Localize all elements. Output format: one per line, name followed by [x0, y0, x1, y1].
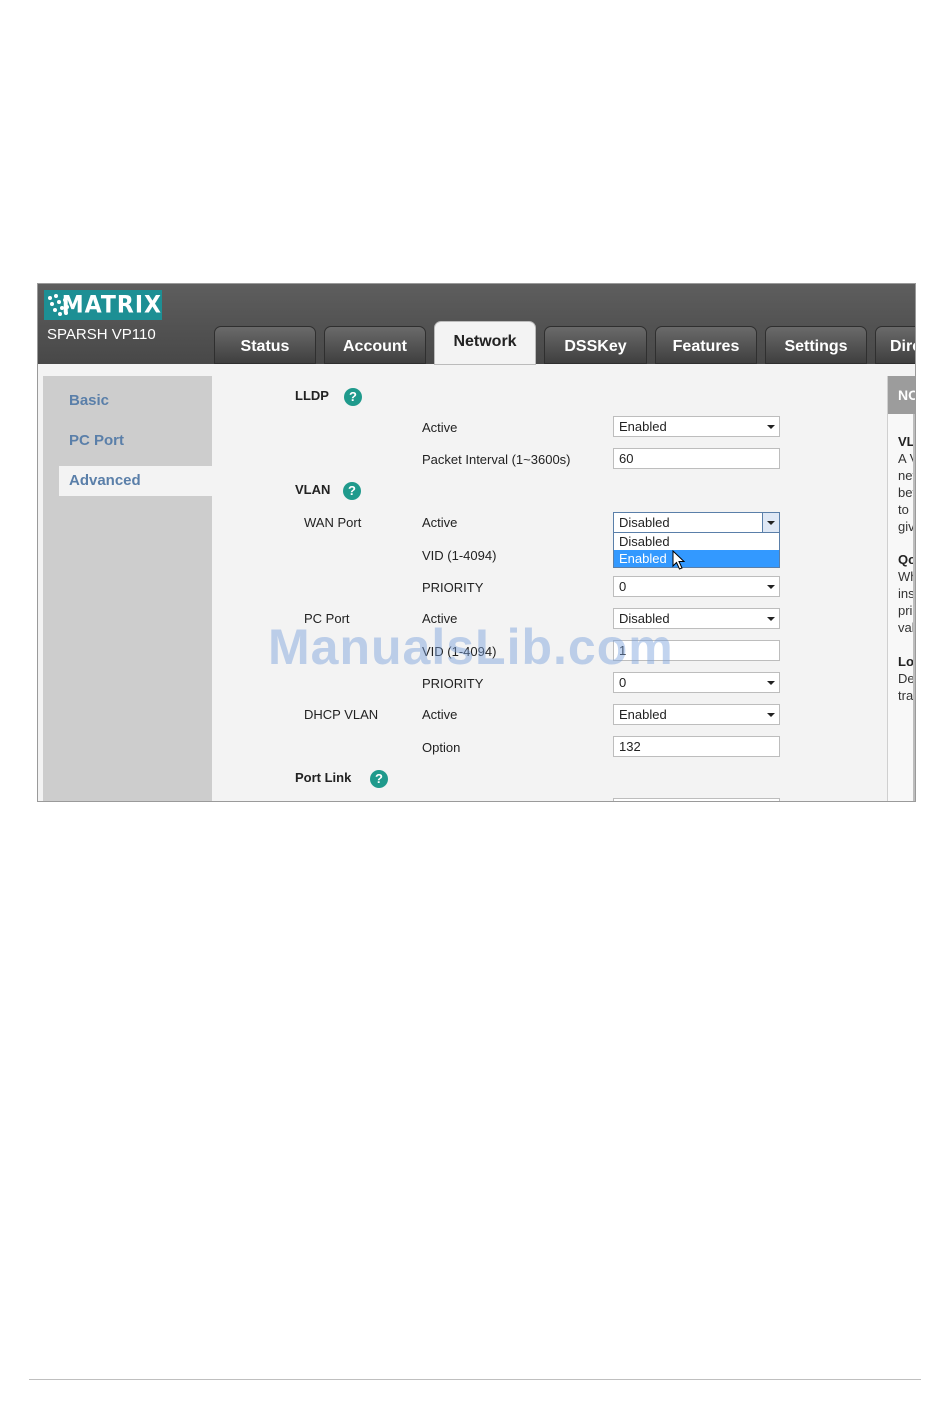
- sidebar-item-pc-port[interactable]: PC Port: [69, 432, 124, 449]
- dhcp-active-value: Enabled: [619, 707, 667, 722]
- dhcp-option-input[interactable]: 132: [613, 736, 780, 757]
- dropdown-option-enabled[interactable]: Enabled: [614, 550, 779, 567]
- tab-features[interactable]: Features: [655, 326, 757, 364]
- header: MATRIX SPARSH VP110 Status Account Netwo…: [38, 284, 915, 365]
- section-title-lldp: LLDP: [295, 388, 329, 403]
- wan-active-label: Active: [422, 515, 458, 530]
- lldp-interval-input[interactable]: 60: [613, 448, 780, 469]
- help-icon-vlan[interactable]: ?: [343, 482, 361, 500]
- logo-dots-icon: [48, 294, 69, 316]
- chevron-down-icon: [767, 521, 775, 525]
- notes-header: NO: [888, 376, 915, 414]
- chevron-down-icon: [767, 713, 775, 717]
- dhcp-active-select[interactable]: Enabled: [613, 704, 780, 725]
- help-icon-lldp[interactable]: ?: [344, 388, 362, 406]
- lldp-active-label: Active: [422, 420, 458, 435]
- lldp-interval-label: Packet Interval (1~3600s): [422, 452, 571, 467]
- note-line: pri: [898, 603, 913, 618]
- pc-priority-value: 0: [619, 675, 627, 690]
- wan-vid-label: VID (1-4094): [422, 548, 497, 563]
- screenshot-frame: MATRIX SPARSH VP110 Status Account Netwo…: [37, 283, 916, 802]
- dropdown-option-disabled[interactable]: Disabled: [614, 533, 779, 550]
- chevron-down-icon: [767, 681, 775, 685]
- wan-priority-label: PRIORITY: [422, 580, 484, 595]
- sidebar: Basic PC Port Advanced: [43, 376, 221, 801]
- mouse-cursor-icon: [672, 550, 686, 570]
- page-footer-rule: [29, 1379, 921, 1380]
- tab-account[interactable]: Account: [324, 326, 426, 364]
- tab-directory[interactable]: Dire: [875, 326, 915, 364]
- wan-priority-value: 0: [619, 579, 627, 594]
- wan-active-dropdown-list[interactable]: Disabled Enabled: [613, 532, 780, 568]
- wan-active-select[interactable]: Disabled: [613, 512, 780, 533]
- lldp-active-value: Enabled: [619, 419, 667, 434]
- main-content: LLDP ? Active Enabled Packet Interval (1…: [212, 364, 877, 801]
- chevron-down-icon: [767, 585, 775, 589]
- note-line: to: [898, 502, 909, 517]
- dhcp-active-label: Active: [422, 707, 458, 722]
- tab-network[interactable]: Network: [434, 321, 536, 365]
- brand-logo: MATRIX: [44, 290, 162, 320]
- tab-settings[interactable]: Settings: [765, 326, 867, 364]
- wan-active-value: Disabled: [619, 515, 670, 530]
- notes-scroll-edge: [913, 414, 915, 801]
- notes-panel: NO VL A V net bet to giv Qo Wh ins pri v…: [887, 376, 915, 801]
- wan-priority-select[interactable]: 0: [613, 576, 780, 597]
- port-link-select[interactable]: [613, 798, 780, 801]
- help-icon-port-link[interactable]: ?: [370, 770, 388, 788]
- note-line: tra: [898, 688, 914, 703]
- logo-text: MATRIX: [61, 291, 162, 319]
- chevron-down-icon: [767, 425, 775, 429]
- pc-priority-label: PRIORITY: [422, 676, 484, 691]
- sidebar-item-advanced[interactable]: Advanced: [59, 466, 221, 496]
- dhcp-vlan-label: DHCP VLAN: [304, 707, 379, 722]
- chevron-down-icon: [767, 617, 775, 621]
- dropdown-button[interactable]: [762, 513, 779, 532]
- wan-port-label: WAN Port: [304, 515, 362, 530]
- tab-dsskey[interactable]: DSSKey: [544, 326, 647, 364]
- note-title-lldp: Lo: [898, 654, 914, 669]
- section-title-port-link: Port Link: [295, 770, 352, 785]
- lldp-active-select[interactable]: Enabled: [613, 416, 780, 437]
- watermark: ManualsLib.com: [268, 619, 674, 675]
- dhcp-option-label: Option: [422, 740, 461, 755]
- device-model: SPARSH VP110: [47, 326, 156, 343]
- tab-status[interactable]: Status: [214, 326, 316, 364]
- section-title-vlan: VLAN: [295, 482, 331, 497]
- sidebar-item-basic[interactable]: Basic: [69, 392, 109, 409]
